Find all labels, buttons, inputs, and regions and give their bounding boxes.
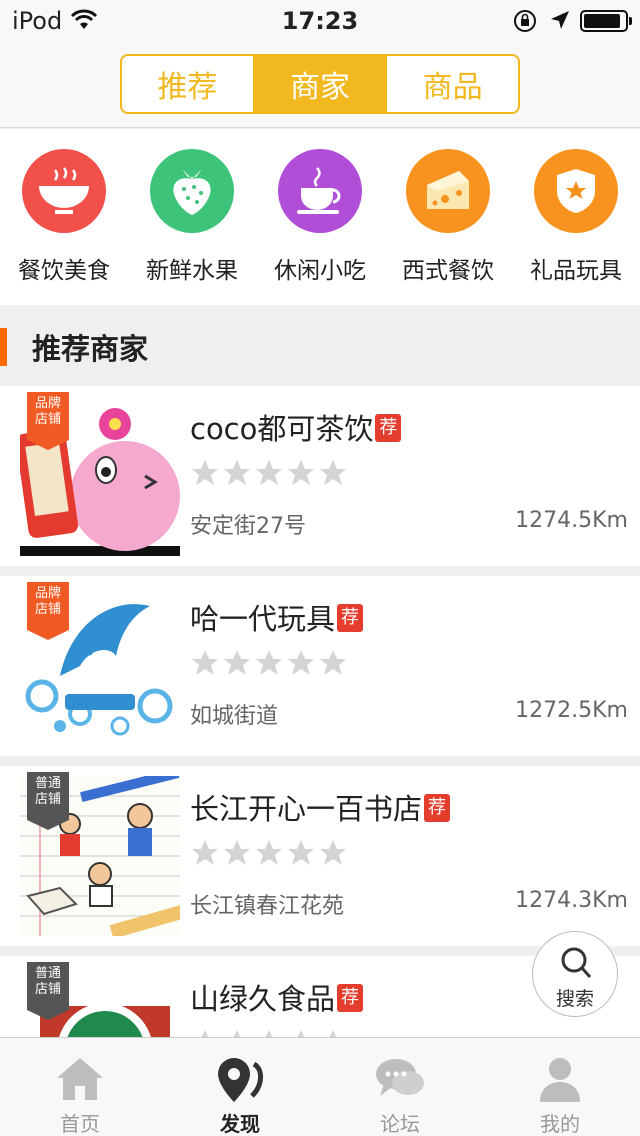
shop-name-text: coco都可茶饮 [190, 412, 374, 446]
strawberry-icon [150, 149, 234, 233]
category-row: 餐饮美食 新鲜水果 休闲小吃 西式餐饮 礼品玩具 [0, 129, 640, 305]
shop-tag-badge: 品牌 店铺 [27, 392, 69, 450]
shop-distance: 1274.5Km [515, 508, 628, 533]
recommend-badge: 荐 [375, 414, 402, 442]
search-icon [561, 947, 592, 978]
section-header: 推荐商家 [0, 306, 640, 386]
chat-bubbles-icon [376, 1059, 424, 1096]
star-icon [320, 460, 346, 485]
star-icon [224, 840, 250, 865]
category-label: 休闲小吃 [274, 258, 366, 284]
shop-address: 安定街27号 [190, 514, 306, 539]
search-label: 搜索 [555, 988, 594, 1010]
shop-address: 如城街道 [190, 704, 279, 729]
app-screen: iPod 17:23 推荐 商家 商品 餐饮美食 新鲜水果 休闲小吃 西式餐饮 … [0, 0, 640, 1136]
shop-card[interactable]: 普通 店铺 长江开心一百书店荐 长江镇春江花苑 1274.3Km [0, 766, 640, 946]
shop-name: coco都可茶饮荐 [190, 406, 402, 448]
bottom-tab-bar: 首页 发现 论坛 我的 [0, 1037, 640, 1136]
star-icon [320, 840, 346, 865]
home-icon [57, 1058, 103, 1100]
star-icon [192, 460, 218, 485]
star-icon [224, 650, 250, 675]
tab-home[interactable]: 首页 [0, 1038, 160, 1136]
shop-tag-label: 普通 店铺 [34, 776, 61, 807]
star-icon [256, 460, 282, 485]
section-accent-bar [0, 328, 7, 366]
clock: 17:23 [281, 7, 359, 35]
discover-pin-icon [218, 1058, 263, 1102]
shop-address: 长江镇春江花苑 [190, 894, 345, 919]
category-gifts[interactable]: 礼品玩具 [512, 149, 640, 285]
shop-tag-badge: 普通 店铺 [27, 772, 69, 830]
user-icon [540, 1058, 580, 1102]
recommend-badge: 荐 [337, 984, 364, 1012]
shop-distance: 1272.5Km [515, 698, 628, 723]
shop-tag-badge: 普通 店铺 [27, 962, 69, 1020]
star-icon [288, 460, 314, 485]
shop-name-text: 长江开心一百书店 [190, 792, 423, 826]
shop-name: 长江开心一百书店荐 [190, 786, 451, 828]
top-header: 推荐 商家 商品 [0, 40, 640, 128]
star-icon [192, 840, 218, 865]
tab-recommend[interactable]: 推荐 [122, 56, 255, 112]
location-arrow-icon [549, 9, 571, 37]
star-icon [256, 840, 282, 865]
shop-tag-badge: 品牌 店铺 [27, 582, 69, 640]
category-snacks[interactable]: 休闲小吃 [256, 149, 384, 285]
star-icon [320, 650, 346, 675]
shop-name-text: 哈一代玩具 [190, 602, 336, 636]
tab-mine[interactable]: 我的 [480, 1038, 640, 1136]
category-label: 新鲜水果 [146, 258, 238, 284]
category-label: 礼品玩具 [530, 258, 622, 284]
rotation-lock-icon [513, 9, 537, 39]
shop-distance: 1274.3Km [515, 888, 628, 913]
category-food[interactable]: 餐饮美食 [0, 149, 128, 285]
tab-merchants[interactable]: 商家 [254, 56, 388, 112]
tab-label: 论坛 [380, 1112, 420, 1136]
star-icon [224, 460, 250, 485]
coffee-cup-icon [278, 149, 362, 233]
section-title: 推荐商家 [32, 332, 149, 366]
battery-icon [580, 10, 632, 32]
category-label: 餐饮美食 [18, 258, 110, 284]
segmented-control: 推荐 商家 商品 [120, 54, 520, 114]
star-icon [256, 650, 282, 675]
category-label: 西式餐饮 [402, 258, 494, 284]
category-fruit[interactable]: 新鲜水果 [128, 149, 256, 285]
cheese-icon [406, 149, 490, 233]
shop-tag-label: 普通 店铺 [34, 966, 61, 997]
floating-search-button[interactable]: 搜索 [532, 931, 618, 1017]
rating-stars [190, 458, 348, 488]
category-western[interactable]: 西式餐饮 [384, 149, 512, 285]
tab-products[interactable]: 商品 [387, 56, 518, 112]
rating-stars [190, 648, 348, 678]
shop-name: 哈一代玩具荐 [190, 596, 364, 638]
rating-stars [190, 838, 348, 868]
recommend-badge: 荐 [424, 794, 451, 822]
star-icon [288, 650, 314, 675]
shop-tag-label: 品牌 店铺 [34, 396, 61, 427]
shop-tag-label: 品牌 店铺 [34, 586, 61, 617]
tab-label: 我的 [540, 1112, 580, 1136]
tab-label: 首页 [60, 1112, 100, 1136]
shop-name-text: 山绿久食品 [190, 982, 336, 1016]
star-icon [192, 650, 218, 675]
shop-name: 山绿久食品荐 [190, 976, 364, 1018]
tab-discover[interactable]: 发现 [160, 1038, 320, 1136]
shop-card[interactable]: 品牌 店铺 哈一代玩具荐 如城街道 1272.5Km [0, 576, 640, 756]
tab-forum[interactable]: 论坛 [320, 1038, 480, 1136]
bowl-icon [22, 149, 106, 233]
tab-label: 发现 [220, 1112, 260, 1136]
shop-card[interactable]: 品牌 店铺 coco都可茶饮荐 安定街27号 1274.5Km [0, 386, 640, 566]
star-icon [288, 840, 314, 865]
gift-badge-icon [534, 149, 618, 233]
status-bar: iPod 17:23 [0, 0, 640, 40]
recommend-badge: 荐 [337, 604, 364, 632]
